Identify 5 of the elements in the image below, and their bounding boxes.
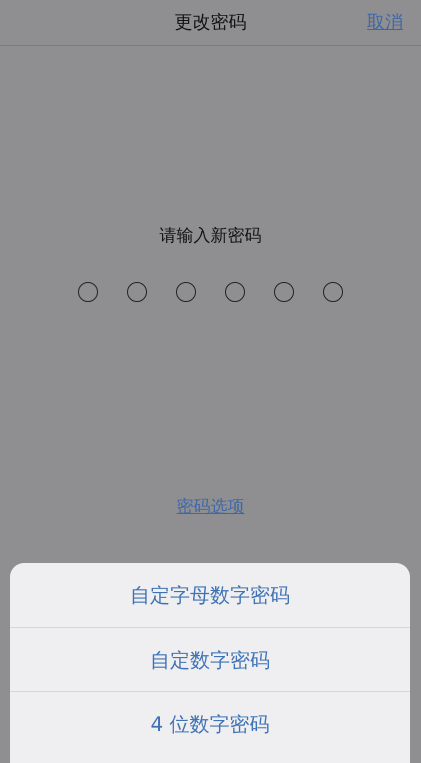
action-sheet-option[interactable]: 4 位数字密码 — [10, 691, 410, 755]
action-sheet-option[interactable]: 自定字母数字密码 — [10, 563, 410, 627]
action-sheet-option[interactable]: 自定数字密码 — [10, 627, 410, 691]
prompt-text: 请输入新密码 — [160, 225, 262, 248]
nav-title: 更改密码 — [174, 11, 246, 35]
